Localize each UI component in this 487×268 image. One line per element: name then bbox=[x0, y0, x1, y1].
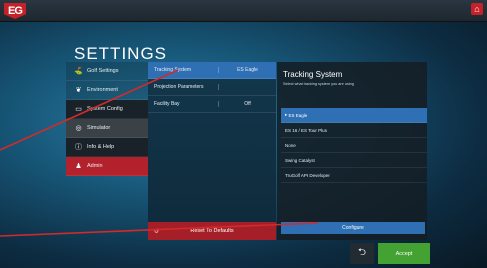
option-label: TruGolf API Developer bbox=[285, 172, 330, 178]
page-title: SETTINGS bbox=[74, 44, 168, 63]
tracking-options-list: ▸ ES Eagle ES 16 / ES Tour Plus None Swi… bbox=[281, 108, 427, 183]
option-label: ES 16 / ES Tour Plus bbox=[285, 127, 327, 133]
setting-row-projection-parameters[interactable]: Projection Parameters bbox=[148, 79, 276, 96]
sidebar-item-label: Admin bbox=[87, 163, 103, 169]
reset-label: Reset To Defaults bbox=[190, 228, 234, 234]
setting-value: ES Eagle bbox=[237, 67, 258, 73]
settings-sidebar: ⛳ Golf Settings ❦ Environment ▭ System C… bbox=[66, 62, 148, 176]
tracking-option-swing-catalyst[interactable]: Swing Catalyst bbox=[281, 153, 427, 168]
configure-button[interactable]: Configure bbox=[281, 222, 425, 234]
target-icon: ◎ bbox=[75, 125, 82, 132]
panel-title: Tracking System bbox=[283, 70, 343, 79]
tracking-system-panel: Tracking System Select what tracking sys… bbox=[277, 62, 427, 240]
info-icon: ⓘ bbox=[75, 144, 82, 151]
sidebar-item-system-config[interactable]: ▭ System Config bbox=[66, 100, 148, 119]
sidebar-item-simulator[interactable]: ◎ Simulator bbox=[66, 119, 148, 138]
setting-label: Facility Bay bbox=[148, 101, 219, 107]
accept-button[interactable]: Accept bbox=[378, 243, 430, 264]
tracking-option-trugolf-api[interactable]: TruGolf API Developer bbox=[281, 168, 427, 183]
simulator-settings-panel: Tracking System ES Eagle Projection Para… bbox=[148, 62, 276, 240]
sidebar-item-label: Simulator bbox=[87, 125, 111, 131]
setting-row-facility-bay[interactable]: Facility Bay Off bbox=[148, 96, 276, 113]
back-icon[interactable]: ⮌ bbox=[350, 243, 374, 264]
flag-icon: ⛳ bbox=[74, 68, 83, 75]
sidebar-item-admin[interactable]: ♟ Admin bbox=[66, 157, 148, 176]
top-bar: EG ⌂ bbox=[0, 0, 487, 22]
setting-row-tracking-system[interactable]: Tracking System ES Eagle bbox=[148, 62, 276, 79]
sidebar-item-label: Golf Settings bbox=[87, 68, 119, 74]
sidebar-item-label: System Config bbox=[87, 106, 123, 112]
reset-to-defaults-button[interactable]: ↺ Reset To Defaults bbox=[148, 222, 276, 240]
tracking-option-es-eagle[interactable]: ▸ ES Eagle bbox=[281, 108, 427, 123]
tracking-option-none[interactable]: None bbox=[281, 138, 427, 153]
plant-icon: ❦ bbox=[75, 87, 82, 94]
sidebar-item-label: Environment bbox=[87, 87, 118, 93]
user-icon: ♟ bbox=[75, 163, 82, 170]
setting-label: Projection Parameters bbox=[148, 84, 219, 90]
sidebar-item-environment[interactable]: ❦ Environment bbox=[66, 81, 148, 100]
setting-label: Tracking System bbox=[148, 67, 219, 73]
option-label: None bbox=[285, 142, 296, 148]
reset-icon: ↺ bbox=[154, 228, 160, 235]
setting-value: Off bbox=[244, 101, 251, 107]
app-logo: EG bbox=[4, 3, 26, 19]
home-icon[interactable]: ⌂ bbox=[471, 3, 483, 15]
sidebar-item-golf-settings[interactable]: ⛳ Golf Settings bbox=[66, 62, 148, 81]
panel-description: Select what tracking system you are usin… bbox=[283, 82, 354, 86]
tracking-option-es16-tour-plus[interactable]: ES 16 / ES Tour Plus bbox=[281, 123, 427, 138]
option-label: Swing Catalyst bbox=[285, 157, 315, 163]
sidebar-item-label: Info & Help bbox=[87, 144, 115, 150]
option-label: ES Eagle bbox=[288, 112, 308, 118]
monitor-icon: ▭ bbox=[75, 106, 82, 113]
sidebar-item-info-help[interactable]: ⓘ Info & Help bbox=[66, 138, 148, 157]
